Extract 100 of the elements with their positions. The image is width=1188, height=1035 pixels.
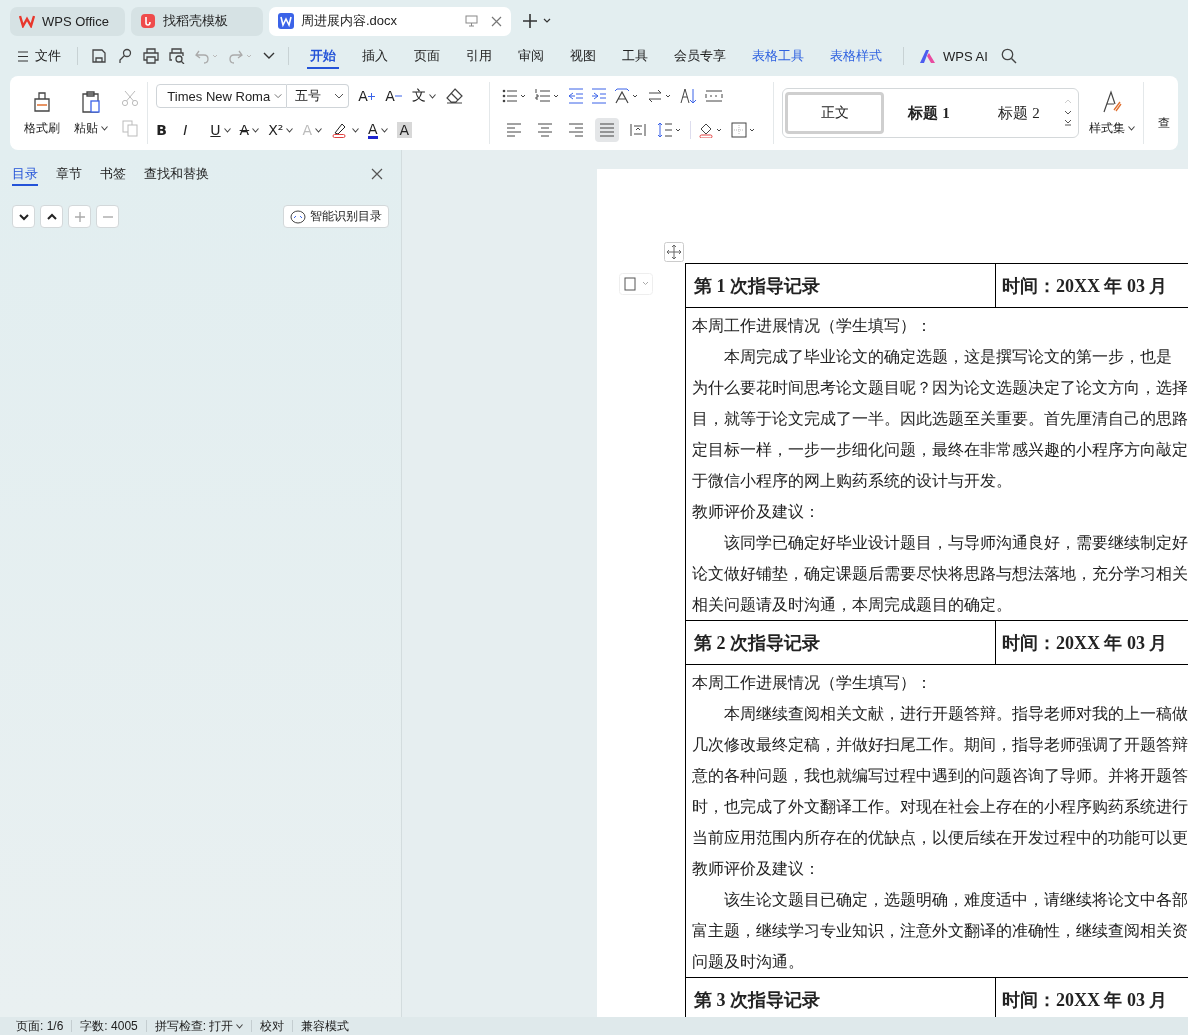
document-tab[interactable]: WPS Office	[10, 6, 125, 36]
ribbon-tab[interactable]: 页面	[401, 42, 453, 70]
status-item[interactable]: 兼容模式	[293, 1017, 358, 1035]
italic-button[interactable]: I	[183, 122, 202, 138]
text-line: 论文做好铺垫，确定课题后需要尽快将思路与想法落地，充分学习相关	[692, 564, 1188, 584]
save-icon[interactable]	[91, 48, 107, 64]
strikethrough-button[interactable]: A	[239, 122, 260, 138]
font-color-button[interactable]: A	[367, 121, 388, 139]
grow-font-button[interactable]: A	[358, 88, 377, 104]
sidebar-tab[interactable]: 章节	[56, 162, 82, 186]
text-line: 本周工作进展情况（学生填写）：	[692, 316, 933, 336]
ribbon-tab[interactable]: 视图	[557, 42, 609, 70]
font-family-field[interactable]: Times New Roma	[156, 84, 288, 108]
paint-bucket-icon[interactable]	[697, 122, 724, 138]
close-icon[interactable]	[371, 168, 383, 180]
style-option[interactable]: 标题 2	[974, 92, 1064, 134]
sort-icon[interactable]	[679, 88, 698, 104]
status-item[interactable]: 页面: 1/6	[16, 1017, 72, 1035]
increase-indent-icon[interactable]	[590, 88, 607, 104]
borders-icon[interactable]	[730, 122, 757, 138]
table-cell-text: 时间：20XX 年 03 月	[1001, 988, 1169, 1012]
wps-ai-button[interactable]: WPS AI	[912, 42, 996, 70]
char-shading-button[interactable]: A	[396, 122, 415, 138]
sidebar-tab[interactable]: 目录	[12, 162, 38, 186]
text-line: 几次修改最终定稿，并做好扫尾工作。期间，指导老师强调了开题答辩	[692, 735, 1188, 755]
phonetic-guide-button[interactable]: 文	[412, 87, 437, 105]
new-tab-icon[interactable]	[523, 14, 551, 28]
tab-label: 周进展内容.docx	[301, 12, 398, 30]
document-tab[interactable]: 找稻壳模板	[131, 6, 263, 36]
style-set-button[interactable]: 样式集	[1089, 89, 1135, 137]
caret-icon	[429, 93, 437, 99]
style-option[interactable]: 正文	[785, 92, 884, 134]
caret-icon	[351, 127, 359, 133]
ribbon-tab[interactable]: 审阅	[505, 42, 557, 70]
caret-icon	[100, 125, 108, 131]
sidebar-tab[interactable]: 书签	[100, 162, 126, 186]
ribbon-tab[interactable]: 引用	[453, 42, 505, 70]
move-handle-icon[interactable]	[664, 242, 684, 262]
format-painter-button[interactable]: 格式刷	[24, 89, 60, 137]
eraser-icon[interactable]	[445, 88, 464, 104]
collapse-button[interactable]	[40, 205, 63, 228]
file-menu-button[interactable]: 文件	[18, 42, 69, 70]
caret-icon	[223, 127, 231, 133]
close-icon[interactable]	[491, 15, 502, 27]
chevron-down-icon[interactable]	[263, 52, 275, 60]
ribbon-tab[interactable]: 表格工具	[739, 42, 817, 70]
caret-icon	[286, 127, 294, 133]
tab-label: 找稻壳模板	[163, 12, 228, 30]
text-line: 定目标一样，一步一步细化问题，最终在非常感兴趣的小程序方向敲定	[692, 440, 1188, 460]
chevron-down-icon	[18, 211, 29, 222]
text-line: 该同学已确定好毕业设计题目，与导师沟通良好，需要继续制定好	[723, 533, 1188, 553]
table-cell: 第 1 次指导记录	[686, 264, 996, 307]
chevron-down-icon	[274, 93, 283, 99]
bullet-list-icon[interactable]	[501, 88, 528, 104]
ribbon-tab[interactable]: 插入	[349, 42, 401, 70]
caret-icon	[380, 127, 388, 133]
print-preview-icon[interactable]	[169, 48, 185, 64]
align-center-icon	[536, 123, 553, 137]
show-marks-icon[interactable]	[704, 88, 723, 104]
smart-toc-button[interactable]: 智能识别目录	[283, 205, 389, 228]
sidebar-tab[interactable]: 查找和替换	[144, 162, 209, 186]
ribbon-tab[interactable]: 工具	[609, 42, 661, 70]
text-line: 富主题，继续学习专业知识，注意外文翻译的准确性，继续查阅相关资	[692, 921, 1188, 941]
ribbon-tab[interactable]: 会员专享	[661, 42, 739, 70]
caret-icon	[314, 127, 322, 133]
document-tab[interactable]: 周进展内容.docx	[269, 6, 511, 36]
expand-button[interactable]	[12, 205, 35, 228]
search-icon[interactable]	[1000, 48, 1017, 64]
status-item[interactable]: 字数: 4005	[72, 1017, 146, 1035]
plus-icon	[367, 92, 375, 100]
font-size-field[interactable]: 五号	[287, 84, 350, 108]
align-left-icon	[505, 123, 522, 137]
text-line: 问题及时沟通。	[692, 952, 805, 972]
minus-icon	[394, 95, 402, 97]
status-item[interactable]: 拼写检查: 打开	[146, 1017, 252, 1035]
paste-button[interactable]: 粘贴	[73, 89, 108, 137]
ribbon-tab[interactable]: 表格样式	[817, 42, 895, 70]
style-option[interactable]: 标题 1	[884, 92, 974, 134]
ribbon-label[interactable]: 查	[1158, 114, 1170, 132]
align-justify-icon	[598, 123, 615, 137]
underline-button[interactable]: U	[210, 122, 231, 138]
numbered-list-icon[interactable]	[534, 88, 561, 104]
status-item[interactable]: 校对	[252, 1017, 293, 1035]
text-layout-icon[interactable]	[613, 88, 640, 104]
bold-button[interactable]: B	[156, 122, 175, 138]
text-direction-icon[interactable]	[646, 88, 673, 104]
shrink-font-button[interactable]: A	[385, 88, 404, 104]
print-icon[interactable]	[143, 48, 159, 64]
smart-toc-icon	[290, 209, 306, 224]
highlight-button[interactable]	[330, 122, 359, 138]
line-spacing-icon[interactable]	[656, 122, 683, 138]
gallery-scroll-icon[interactable]	[1064, 98, 1072, 128]
superscript-button[interactable]: X²	[268, 122, 294, 138]
text-line: 教师评价及建议：	[692, 859, 821, 879]
caret-icon	[252, 127, 260, 133]
align-button[interactable]	[594, 118, 619, 142]
decrease-indent-icon[interactable]	[567, 88, 584, 104]
table-cell-text: 时间：20XX 年 03 月	[1001, 631, 1169, 655]
text-line: 意的各种问题，我也就编写过程中遇到的问题咨询了导师。并将开题答	[692, 766, 1188, 786]
ribbon-tab[interactable]: 开始	[307, 43, 339, 69]
